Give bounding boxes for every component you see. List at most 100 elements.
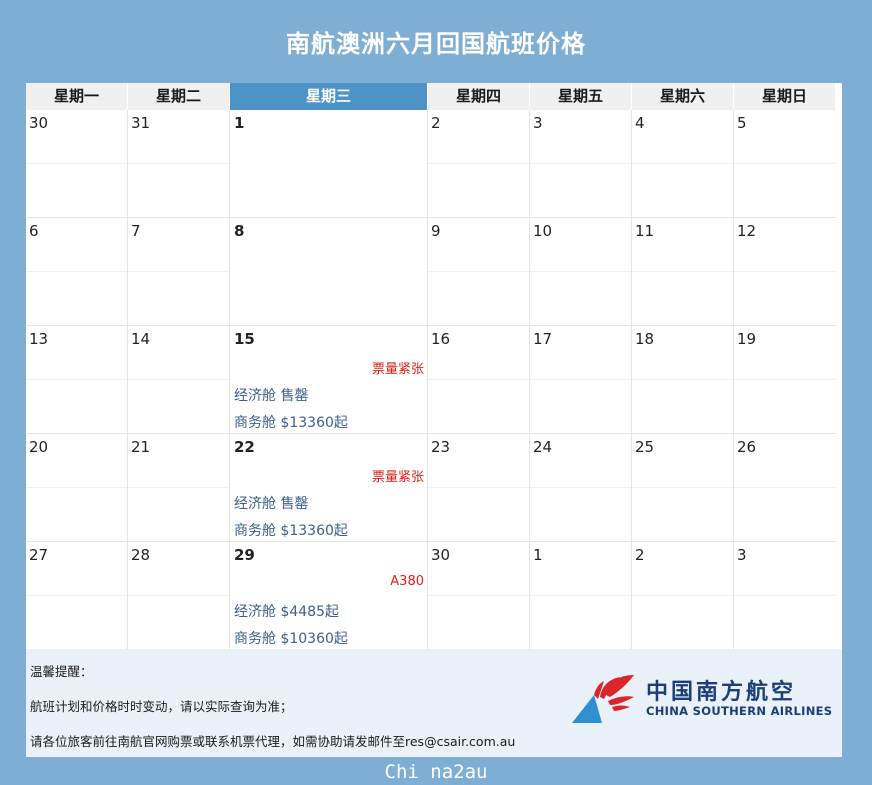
day-cell: 12 xyxy=(734,218,836,326)
calendar-week: 20 21 22 票量紧张 经济舱 售罄 商务舱 $13360起 23 24 2… xyxy=(26,434,842,542)
day-cell: 7 xyxy=(128,218,230,326)
day-cell: 24 xyxy=(530,434,632,542)
day-number: 11 xyxy=(635,222,655,240)
day-cell: 14 xyxy=(128,326,230,434)
day-cell: 3 xyxy=(734,542,836,650)
day-cell: 5 xyxy=(734,110,836,218)
weekday-tue: 星期二 xyxy=(128,83,230,110)
day-number: 23 xyxy=(431,438,451,456)
calendar-week: 6 7 8 9 10 11 12 xyxy=(26,218,842,326)
calendar-week: 13 14 15 票量紧张 经济舱 售罄 商务舱 $13360起 16 17 1… xyxy=(26,326,842,434)
day-cell: 27 xyxy=(26,542,128,650)
day-cell: 19 xyxy=(734,326,836,434)
day-cell-wednesday: 15 票量紧张 经济舱 售罄 商务舱 $13360起 xyxy=(230,326,428,434)
day-cell: 30 xyxy=(428,542,530,650)
page-title: 南航澳洲六月回国航班价格 xyxy=(286,30,586,58)
day-number: 19 xyxy=(737,330,757,348)
day-number: 6 xyxy=(29,222,39,240)
day-cell: 16 xyxy=(428,326,530,434)
logo-chinese-name: 中国南方航空 xyxy=(646,680,797,705)
day-cell: 28 xyxy=(128,542,230,650)
logo-english-name: CHINA SOUTHERN AIRLINES xyxy=(646,704,833,718)
calendar-week: 27 28 29 A380 经济舱 $4485起 商务舱 $10360起 30 … xyxy=(26,542,842,650)
flight-note: 票量紧张 xyxy=(371,470,424,485)
weekday-sat: 星期六 xyxy=(632,83,734,110)
day-cell: 31 xyxy=(128,110,230,218)
day-number: 17 xyxy=(533,330,553,348)
calendar-week: 30 31 1 2 3 4 5 xyxy=(26,110,842,218)
day-cell: 10 xyxy=(530,218,632,326)
weekday-sun: 星期日 xyxy=(734,83,836,110)
reminder-line-2: 请各位旅客前往南航官网购票或联系机票代理，如需协助请发邮件至res@csair.… xyxy=(30,734,516,749)
day-number: 31 xyxy=(131,114,151,132)
weekday-mon: 星期一 xyxy=(26,83,128,110)
day-cell: 20 xyxy=(26,434,128,542)
day-cell: 2 xyxy=(632,542,734,650)
day-number: 9 xyxy=(431,222,441,240)
business-price: 商务舱 $13360起 xyxy=(234,523,348,539)
day-number: 2 xyxy=(635,546,645,564)
day-cell: 17 xyxy=(530,326,632,434)
day-cell-wednesday: 22 票量紧张 经济舱 售罄 商务舱 $13360起 xyxy=(230,434,428,542)
day-cell: 23 xyxy=(428,434,530,542)
flight-note: A380 xyxy=(390,574,424,589)
economy-price: 经济舱 $4485起 xyxy=(234,604,339,620)
day-number: 12 xyxy=(737,222,757,240)
day-number: 10 xyxy=(533,222,553,240)
day-cell-wednesday: 8 xyxy=(230,218,428,326)
economy-price: 经济舱 售罄 xyxy=(234,388,309,404)
flight-note: 票量紧张 xyxy=(371,362,424,377)
day-cell: 11 xyxy=(632,218,734,326)
day-number: 18 xyxy=(635,330,655,348)
day-number: 26 xyxy=(737,438,757,456)
watermark: Chi na2au xyxy=(384,761,488,783)
day-number: 16 xyxy=(431,330,451,348)
day-number: 29 xyxy=(234,546,255,564)
day-number: 14 xyxy=(131,330,151,348)
day-number: 13 xyxy=(29,330,49,348)
footer-notice: 温馨提醒： 航班计划和价格时时变动，请以实际查询为准； 请各位旅客前往南航官网购… xyxy=(26,649,842,757)
day-number: 22 xyxy=(234,438,255,456)
day-cell: 25 xyxy=(632,434,734,542)
day-number: 21 xyxy=(131,438,151,456)
day-number: 24 xyxy=(533,438,553,456)
day-cell: 2 xyxy=(428,110,530,218)
day-number: 3 xyxy=(737,546,747,564)
day-cell: 13 xyxy=(26,326,128,434)
day-cell: 18 xyxy=(632,326,734,434)
day-number: 25 xyxy=(635,438,655,456)
day-number: 27 xyxy=(29,546,49,564)
day-cell: 4 xyxy=(632,110,734,218)
economy-price: 经济舱 售罄 xyxy=(234,496,309,512)
day-number: 5 xyxy=(737,114,747,132)
day-number: 30 xyxy=(431,546,451,564)
day-cell: 26 xyxy=(734,434,836,542)
reminder-line-1: 航班计划和价格时时变动，请以实际查询为准； xyxy=(30,699,293,714)
day-cell-wednesday: 29 A380 经济舱 $4485起 商务舱 $10360起 xyxy=(230,542,428,650)
weekday-wed: 星期三 xyxy=(230,83,428,110)
day-number: 4 xyxy=(635,114,645,132)
day-cell: 3 xyxy=(530,110,632,218)
day-number: 2 xyxy=(431,114,441,132)
calendar: 星期一 星期二 星期三 星期四 星期五 星期六 星期日 30 31 1 2 3 … xyxy=(26,83,842,650)
day-number: 7 xyxy=(131,222,141,240)
day-number: 30 xyxy=(29,114,49,132)
day-cell: 21 xyxy=(128,434,230,542)
day-cell: 30 xyxy=(26,110,128,218)
business-price: 商务舱 $10360起 xyxy=(234,631,348,647)
kapok-flower-icon xyxy=(572,675,634,723)
day-number: 20 xyxy=(29,438,49,456)
reminder-title: 温馨提醒： xyxy=(30,664,93,679)
day-cell: 1 xyxy=(530,542,632,650)
day-cell-wednesday: 1 xyxy=(230,110,428,218)
day-number: 3 xyxy=(533,114,543,132)
day-number: 1 xyxy=(533,546,543,564)
day-cell: 6 xyxy=(26,218,128,326)
day-number: 28 xyxy=(131,546,151,564)
day-number: 8 xyxy=(234,222,245,240)
business-price: 商务舱 $13360起 xyxy=(234,415,348,431)
weekday-thu: 星期四 xyxy=(428,83,530,110)
weekday-fri: 星期五 xyxy=(530,83,632,110)
day-number: 15 xyxy=(234,330,255,348)
weekday-header-row: 星期一 星期二 星期三 星期四 星期五 星期六 星期日 xyxy=(26,83,842,110)
